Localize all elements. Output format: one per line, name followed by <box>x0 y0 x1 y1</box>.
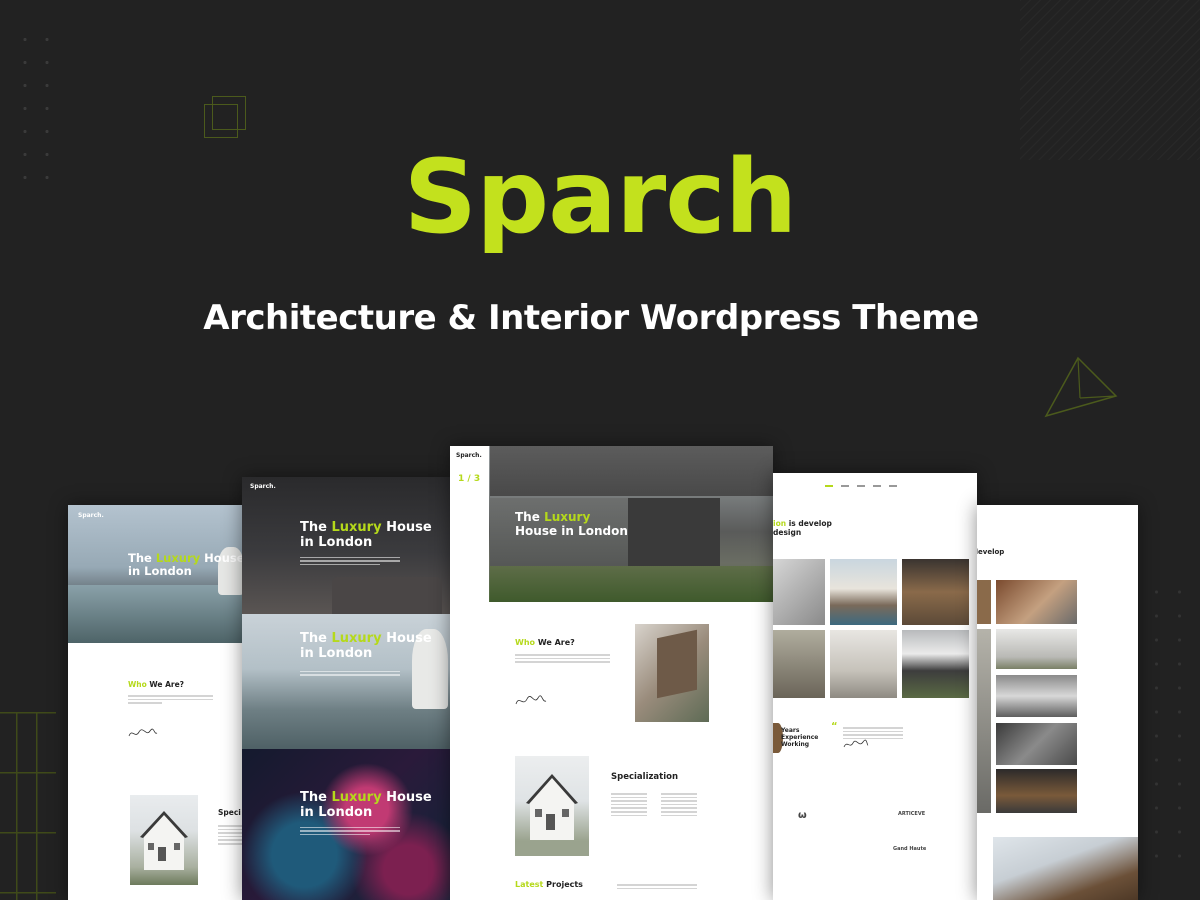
preview-homepage-1[interactable]: Sparch. The Luxury House in London Who We… <box>68 505 253 900</box>
slider-variant-waterfront: The Luxury House in London <box>242 614 450 751</box>
hero-heading: The Luxury House in London <box>300 520 432 550</box>
house-thumbnail <box>130 795 198 885</box>
preview-projects[interactable]: develop <box>977 505 1138 900</box>
site-logo[interactable]: Sparch. <box>78 512 104 519</box>
building-photo <box>635 624 709 722</box>
slider-pager[interactable]: 1 / 3 <box>458 474 480 484</box>
gallery-image[interactable] <box>902 559 969 625</box>
triangle-outline-icon <box>1044 356 1118 418</box>
gallery-image[interactable] <box>830 559 897 625</box>
gallery-image[interactable] <box>830 630 897 698</box>
quote-icon: “ <box>831 721 838 732</box>
grid-decoration <box>0 712 56 900</box>
brand-tagline: Architecture & Interior Wordpress Theme <box>203 298 979 338</box>
client-logo-articeve: ARTICEVE <box>898 811 926 817</box>
gallery-image[interactable] <box>996 629 1077 669</box>
gallery-image[interactable] <box>996 580 1077 624</box>
preview-portfolio[interactable]: ion is develop design Years Experience Work… <box>773 473 977 900</box>
hero-heading: The Luxury House in London <box>128 551 245 579</box>
signature-icon <box>515 695 547 705</box>
slider-variant-dark: Sparch. The Luxury House in London <box>242 477 450 614</box>
hero-image: Sparch. The Luxury House in London <box>68 505 253 643</box>
gallery-image[interactable] <box>773 630 825 698</box>
hero-image: Sparch. 1 / 3 The Luxury House in London <box>450 446 773 602</box>
section-heading-partial: develop <box>977 548 1005 556</box>
square-outline-icon <box>204 96 248 138</box>
section-heading: ion is develop design <box>773 519 832 537</box>
house-thumbnail <box>515 756 589 856</box>
experience-label: Years Experience Working <box>781 727 819 749</box>
signature-icon <box>128 728 158 737</box>
gallery-image[interactable] <box>996 723 1077 765</box>
client-logo-gand-haute: Gand Haute <box>893 846 927 852</box>
slider-variant-foliage: The Luxury House in London <box>242 749 450 900</box>
hatch-pattern <box>1020 0 1200 160</box>
gallery-image[interactable] <box>996 769 1077 813</box>
who-we-are-heading: Who We Are? <box>515 638 575 647</box>
hero-heading: The Luxury House in London <box>515 510 628 538</box>
site-logo[interactable]: Sparch. <box>250 483 276 490</box>
brand-title: Sparch <box>403 138 798 257</box>
gallery-image[interactable] <box>773 559 825 625</box>
site-logo[interactable]: Sparch. <box>456 452 482 459</box>
preview-homepage-main[interactable]: Sparch. 1 / 3 The Luxury House in London … <box>450 446 773 900</box>
hero-heading: The Luxury House in London <box>300 790 432 820</box>
who-we-are-heading: Who We Are? <box>128 680 185 689</box>
specialization-heading: Specialization <box>611 772 679 782</box>
hero-heading: The Luxury House in London <box>300 631 432 661</box>
project-image[interactable] <box>993 837 1138 900</box>
gallery-image[interactable] <box>996 675 1077 717</box>
preview-slider-variations[interactable]: Sparch. The Luxury House in London The Lu… <box>242 477 450 900</box>
signature-icon <box>843 739 869 748</box>
gallery-image[interactable] <box>902 630 969 698</box>
client-logo-cw: ω <box>798 810 807 821</box>
specialization-heading-partial: Speci <box>218 808 241 817</box>
latest-projects-heading: Latest Projects <box>515 880 583 889</box>
